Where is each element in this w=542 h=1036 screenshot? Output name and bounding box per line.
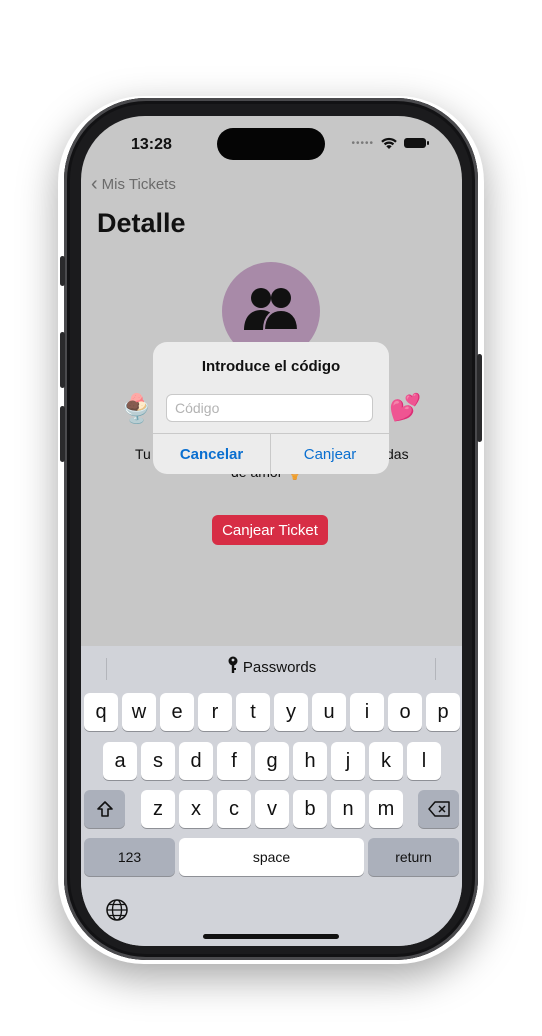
shift-key[interactable] [84, 790, 125, 828]
home-indicator [203, 934, 339, 939]
hearts-emoji: 💕 [389, 392, 422, 422]
space-key[interactable]: space [179, 838, 364, 876]
delete-key[interactable] [418, 790, 459, 828]
battery-icon [404, 138, 429, 148]
return-key[interactable]: return [368, 838, 459, 876]
key-d[interactable]: d [179, 742, 213, 780]
key-i[interactable]: i [350, 693, 384, 731]
key-e[interactable]: e [160, 693, 194, 731]
ticket-description-start: Tu [135, 446, 151, 462]
ticket-description-end: das [386, 446, 409, 462]
key-v[interactable]: v [255, 790, 289, 828]
wifi-icon [381, 137, 397, 149]
key-u[interactable]: u [312, 693, 346, 731]
key-b[interactable]: b [293, 790, 327, 828]
phone-screen: 13:28 ••••• ‹ Mis Tickets Detalle 🍨 💕 Tu… [81, 116, 462, 946]
back-button[interactable]: ‹ Mis Tickets [91, 174, 176, 194]
dynamic-island [217, 128, 325, 160]
back-button-label: Mis Tickets [101, 175, 176, 193]
key-n[interactable]: n [331, 790, 365, 828]
signal-icon: ••••• [351, 137, 374, 149]
ice-cream-emoji: 🍨 [119, 393, 154, 424]
key-h[interactable]: h [293, 742, 327, 780]
key-w[interactable]: w [122, 693, 156, 731]
key-icon [228, 656, 238, 673]
key-r[interactable]: r [198, 693, 232, 731]
chevron-left-icon: ‹ [91, 173, 98, 195]
key-j[interactable]: j [331, 742, 365, 780]
keyboard: Passwords qwertyuiop asdfghjkl zxcvbnm 1… [81, 646, 462, 946]
power-button [477, 354, 482, 442]
key-k[interactable]: k [369, 742, 403, 780]
key-p[interactable]: p [426, 693, 460, 731]
key-c[interactable]: c [217, 790, 251, 828]
people-icon [244, 288, 300, 331]
passwords-label: Passwords [242, 659, 317, 676]
key-z[interactable]: z [141, 790, 175, 828]
volume-up-button [60, 332, 65, 388]
code-input[interactable] [166, 394, 373, 422]
keyboard-suggestion-bar: Passwords [81, 646, 462, 690]
cancel-button[interactable]: Cancelar [153, 434, 270, 474]
numbers-key[interactable]: 123 [84, 838, 175, 876]
passwords-suggestion[interactable]: Passwords [81, 656, 462, 676]
redeem-ticket-button[interactable]: Canjear Ticket [212, 515, 328, 545]
key-f[interactable]: f [217, 742, 251, 780]
key-t[interactable]: t [236, 693, 270, 731]
key-q[interactable]: q [84, 693, 118, 731]
key-g[interactable]: g [255, 742, 289, 780]
redeem-button[interactable]: Canjear [271, 434, 389, 474]
key-l[interactable]: l [407, 742, 441, 780]
status-time: 13:28 [131, 136, 172, 153]
delete-icon [427, 801, 450, 817]
key-m[interactable]: m [369, 790, 403, 828]
key-o[interactable]: o [388, 693, 422, 731]
key-y[interactable]: y [274, 693, 308, 731]
action-button [60, 256, 65, 286]
shift-icon [96, 801, 113, 817]
page-title: Detalle [97, 208, 186, 238]
alert-title: Introduce el código [201, 358, 341, 375]
key-s[interactable]: s [141, 742, 175, 780]
volume-down-button [60, 406, 65, 462]
status-icons: ••••• [351, 136, 429, 150]
key-x[interactable]: x [179, 790, 213, 828]
globe-icon[interactable] [105, 898, 129, 922]
key-a[interactable]: a [103, 742, 137, 780]
code-alert-dialog: Introduce el código Cancelar Canjear [153, 342, 389, 474]
